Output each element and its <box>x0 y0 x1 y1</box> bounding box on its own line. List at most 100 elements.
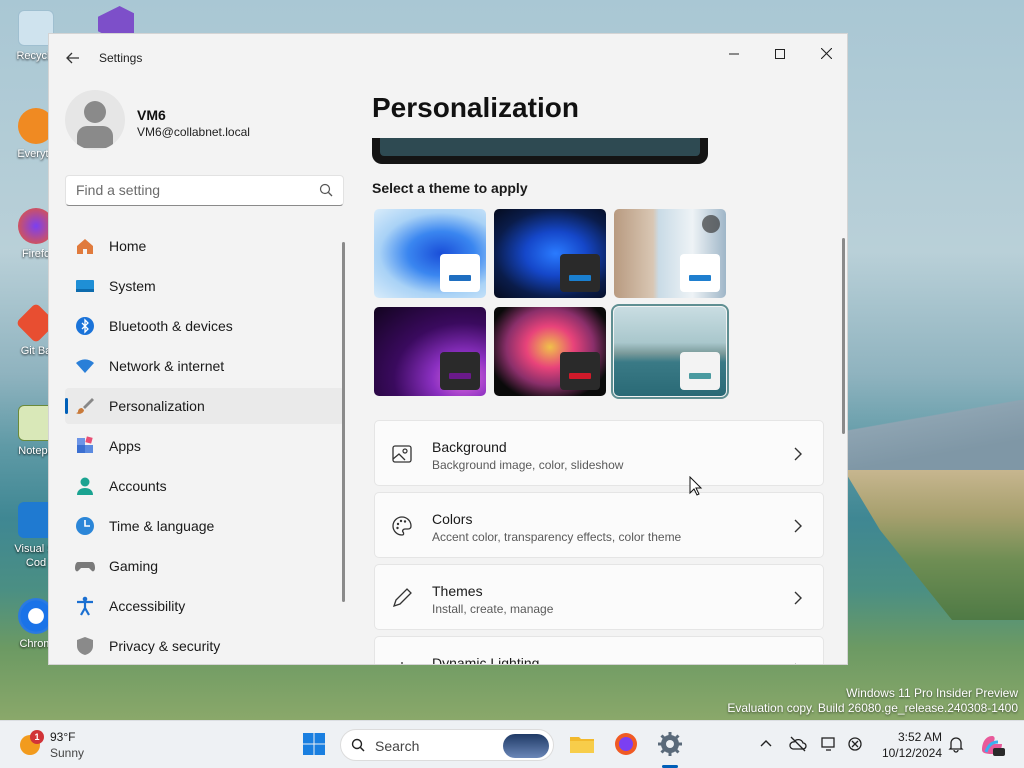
wifi-icon <box>76 359 94 373</box>
avatar-body <box>77 126 113 148</box>
theme-sunrise-lake[interactable] <box>611 304 729 399</box>
sidebar-nav: Home System Bluetooth & devices Network … <box>65 228 344 664</box>
cloud-offline-icon[interactable] <box>789 735 807 753</box>
user-email: VM6@collabnet.local <box>137 125 250 139</box>
sidebar-item-privacy-security[interactable]: Privacy & security <box>65 628 344 664</box>
network-disconnected-icon[interactable] <box>846 735 864 753</box>
theme-flowers[interactable] <box>614 209 726 298</box>
theme-swatch <box>440 254 480 292</box>
maximize-button[interactable] <box>757 40 803 68</box>
sidebar-scrollbar[interactable] <box>342 242 345 602</box>
clock[interactable]: 3:52 AM 10/12/2024 <box>874 729 942 761</box>
theme-badge-icon <box>702 215 720 233</box>
theme-captured-motion[interactable] <box>494 307 606 396</box>
theme-accent-bar <box>689 275 711 281</box>
sidebar-item-accessibility[interactable]: Accessibility <box>65 588 344 624</box>
dynamic-lighting-card[interactable]: Dynamic Lighting <box>374 636 824 665</box>
sidebar-item-label: Network & internet <box>109 358 225 374</box>
card-subtitle: Install, create, manage <box>432 602 554 616</box>
user-name: VM6 <box>137 107 166 123</box>
sidebar-item-label: Time & language <box>109 518 215 534</box>
accessibility-icon <box>77 596 93 616</box>
find-setting-search[interactable] <box>65 175 344 206</box>
sidebar-item-system[interactable]: System <box>65 268 344 304</box>
theme-glow[interactable] <box>374 307 486 396</box>
page-title: Personalization <box>372 92 579 123</box>
chevron-right-icon <box>794 591 802 605</box>
start-windows-icon[interactable] <box>300 730 328 758</box>
card-title: Dynamic Lighting <box>432 655 540 665</box>
sidebar-item-label: Home <box>109 238 147 254</box>
image-icon <box>392 445 412 463</box>
globe-clock-icon <box>76 517 94 535</box>
bluetooth-icon <box>76 317 94 335</box>
back-arrow-icon <box>66 52 79 64</box>
wallpaper-shore <box>844 470 1024 620</box>
card-title: Themes <box>432 583 483 599</box>
sidebar-item-label: Accessibility <box>109 598 186 614</box>
minimize-icon <box>729 53 739 55</box>
sidebar-item-label: Privacy & security <box>109 638 221 654</box>
chevron-right-icon <box>794 519 802 533</box>
chevron-up-icon[interactable] <box>757 735 775 753</box>
avatar[interactable] <box>65 90 125 150</box>
sidebar-item-network[interactable]: Network & internet <box>65 348 344 384</box>
brush-icon <box>76 398 94 414</box>
theme-windows-dark[interactable] <box>494 209 606 298</box>
theme-accent-bar <box>689 373 711 379</box>
palette-icon <box>392 516 412 536</box>
home-icon <box>77 239 93 254</box>
theme-swatch <box>440 352 480 390</box>
theme-preview-screen <box>380 138 700 156</box>
theme-windows-light[interactable] <box>374 209 486 298</box>
minimize-button[interactable] <box>711 40 757 68</box>
title-bar[interactable]: Settings <box>49 34 847 82</box>
weather-condition: Sunny <box>50 746 85 760</box>
content-scrollbar[interactable] <box>842 238 845 434</box>
apps-icon <box>77 436 93 453</box>
taskbar-search[interactable]: Search <box>340 729 554 761</box>
background-card[interactable]: Background Background image, color, slid… <box>374 420 824 486</box>
taskbar-search-label: Search <box>375 738 420 754</box>
avatar-head <box>84 101 106 123</box>
watermark-line-1: Windows 11 Pro Insider Preview <box>846 686 1018 700</box>
theme-accent-bar <box>449 275 471 281</box>
copilot-icon[interactable] <box>978 730 1006 758</box>
sidebar-item-home[interactable]: Home <box>65 228 344 264</box>
firefox-icon[interactable] <box>612 730 640 758</box>
search-icon <box>319 183 333 197</box>
sidebar-item-apps[interactable]: Apps <box>65 428 344 464</box>
themes-card[interactable]: Themes Install, create, manage <box>374 564 824 630</box>
sidebar-item-gaming[interactable]: Gaming <box>65 548 344 584</box>
system-icon <box>76 280 94 292</box>
close-icon <box>820 47 832 60</box>
search-highlight-image <box>503 734 549 758</box>
theme-swatch <box>560 352 600 390</box>
theme-swatch <box>560 254 600 292</box>
notification-bell-icon[interactable] <box>947 735 965 753</box>
sidebar-item-label: Bluetooth & devices <box>109 318 233 334</box>
sidebar-item-label: Apps <box>109 438 141 454</box>
wallpaper-hills <box>844 400 1024 470</box>
theme-swatch <box>680 254 720 292</box>
card-title: Colors <box>432 511 473 527</box>
clock-time: 3:52 AM <box>897 730 942 744</box>
file-explorer-icon[interactable] <box>568 730 596 758</box>
window-title: Settings <box>99 51 143 65</box>
weather-alert-badge: 1 <box>30 730 44 744</box>
close-button[interactable] <box>803 40 847 68</box>
chevron-right-icon <box>794 447 802 461</box>
sidebar-item-time-language[interactable]: Time & language <box>65 508 344 544</box>
weather-widget[interactable]: 1 93°F Sunny <box>16 727 106 763</box>
sidebar-item-bluetooth[interactable]: Bluetooth & devices <box>65 308 344 344</box>
search-input[interactable] <box>76 182 306 198</box>
sidebar-item-personalization[interactable]: Personalization <box>65 388 344 424</box>
display-icon[interactable] <box>820 735 838 753</box>
back-button[interactable] <box>61 46 85 70</box>
weather-temperature: 93°F <box>50 730 76 744</box>
settings-gear-icon[interactable] <box>656 730 684 758</box>
sidebar-item-accounts[interactable]: Accounts <box>65 468 344 504</box>
clock-date: 10/12/2024 <box>881 746 942 760</box>
colors-card[interactable]: Colors Accent color, transparency effect… <box>374 492 824 558</box>
search-icon <box>351 738 365 752</box>
